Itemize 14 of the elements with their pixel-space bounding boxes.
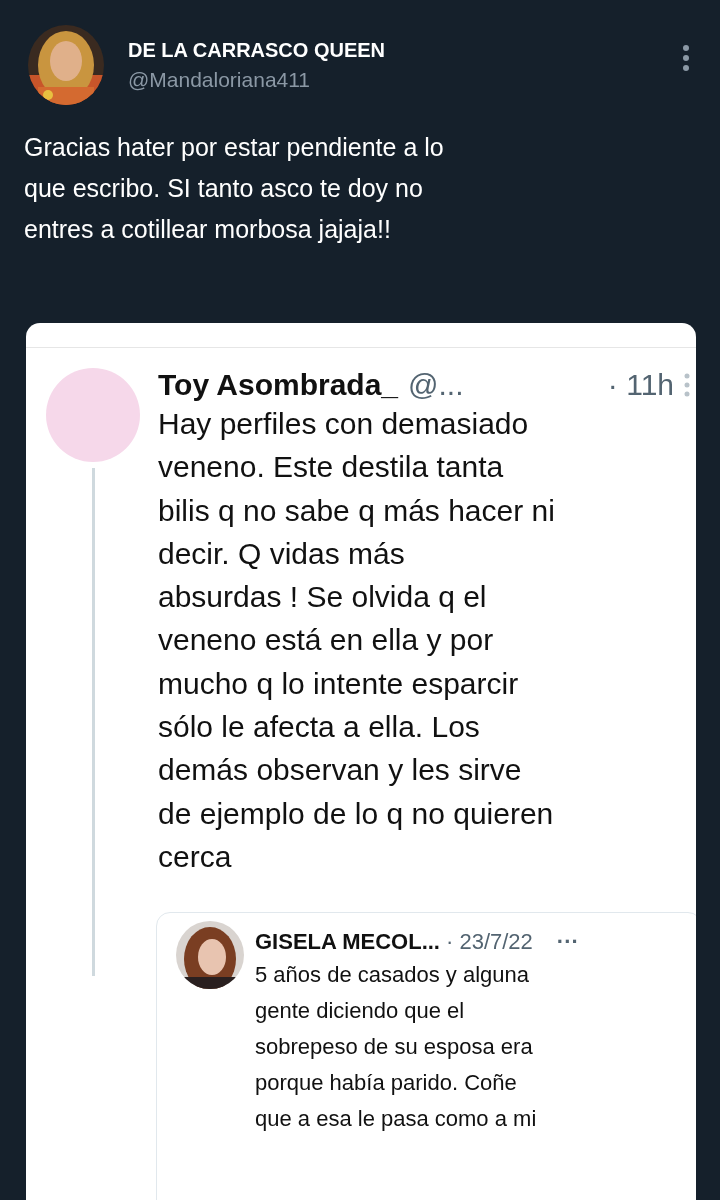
author-name[interactable]: DE LA CARRASCO QUEEN: [128, 38, 386, 62]
reply-time: · 11h: [607, 368, 674, 402]
quoted-author-name: GISELA MECOL...: [255, 929, 440, 956]
quoted-text: 5 años de casados y alguna gente diciendo que el sobrepeso de su esposa era porque había parido. Coñe que a esa le pasa como a mi: [255, 961, 538, 1134]
author-handle[interactable]: @Mandaloriana411: [128, 67, 386, 92]
more-icon: ···: [556, 929, 579, 956]
tweet-text: Gracias hater por estar pendiente a lo que escribo. SI tanto asco te doy no entres a cotillear morbosa jajaja!!: [23, 132, 445, 245]
avatar-icon: [46, 368, 140, 462]
reply-author-name: Toy Asombrada_: [158, 368, 399, 402]
quoted-date: · 23/7/22: [446, 929, 533, 956]
reply-handle: @...: [408, 368, 464, 402]
reply-text: Hay perfiles con demasiado veneno. Este destila tanta bilis q no sabe q más hacer ni decir. Q vidas más absurdas ! Se olvida q el veneno está en ella y por mucho q lo intente esparcir sólo le afecta a ella. Los demás observan y les sirve de ejemplo de lo q no quieren cerca: [158, 406, 556, 875]
more-icon[interactable]: [682, 45, 690, 71]
more-icon: [684, 373, 690, 397]
